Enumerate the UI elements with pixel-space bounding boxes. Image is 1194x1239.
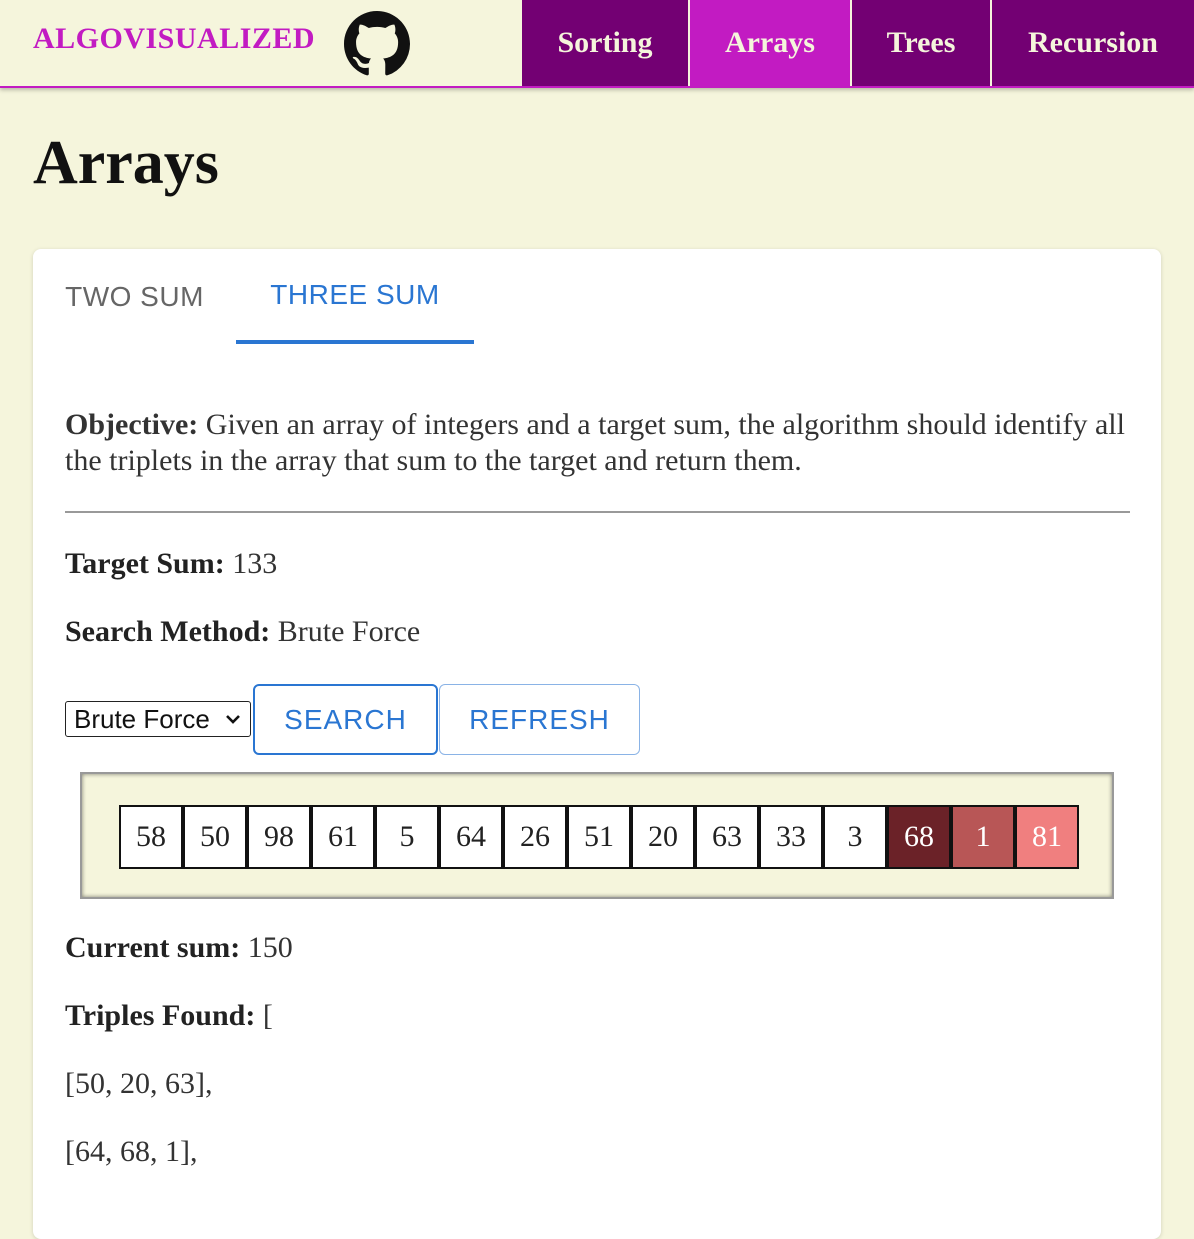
array-cell: 63 [695, 805, 759, 869]
array-cell: 50 [183, 805, 247, 869]
nav-sorting[interactable]: Sorting [522, 0, 690, 86]
main-nav: Sorting Arrays Trees Recursion [522, 0, 1194, 86]
refresh-button[interactable]: REFRESH [439, 684, 640, 755]
array-visualizer: 58 50 98 61 5 64 26 51 20 63 33 3 68 1 81 [80, 772, 1114, 899]
array-cell: 5 [375, 805, 439, 869]
brand-logo-text[interactable]: ALGOVISUALIZED [33, 22, 315, 56]
array-cells: 58 50 98 61 5 64 26 51 20 63 33 3 68 1 81 [119, 805, 1079, 869]
current-sum-line: Current sum: 150 [65, 931, 293, 965]
array-cell: 51 [567, 805, 631, 869]
array-cell: 33 [759, 805, 823, 869]
github-icon[interactable] [344, 11, 410, 77]
tab-two-sum[interactable]: TWO SUM [33, 249, 236, 344]
array-cell: 81 [1015, 805, 1079, 869]
objective-text: Objective: Given an array of integers an… [65, 407, 1129, 479]
search-button[interactable]: SEARCH [253, 684, 438, 755]
array-cell: 68 [887, 805, 951, 869]
page-title: Arrays [33, 129, 219, 197]
tab-three-sum[interactable]: THREE SUM [236, 249, 474, 344]
nav-arrays[interactable]: Arrays [690, 0, 852, 86]
array-cell: 1 [951, 805, 1015, 869]
objective-description: Given an array of integers and a target … [65, 408, 1125, 477]
array-cell: 26 [503, 805, 567, 869]
objective-label: Objective: [65, 408, 199, 441]
array-cell: 58 [119, 805, 183, 869]
top-nav-bar: ALGOVISUALIZED Sorting Arrays Trees Recu… [0, 0, 1194, 88]
triple-item: [64, 68, 1], [65, 1135, 198, 1168]
method-select[interactable]: Brute Force [65, 701, 251, 737]
triples-open-bracket: [ [262, 999, 273, 1032]
divider [65, 511, 1130, 513]
method-select-value: Brute Force [74, 703, 210, 734]
target-sum-line: Target Sum: 133 [65, 547, 277, 581]
search-method-value: Brute Force [277, 615, 421, 648]
current-sum-value: 150 [247, 931, 293, 964]
array-cell: 64 [439, 805, 503, 869]
chevron-down-icon [226, 715, 240, 724]
triples-found-line: Triples Found: [ [65, 999, 273, 1033]
triple-item: [50, 20, 63], [65, 1067, 213, 1100]
nav-recursion[interactable]: Recursion [992, 0, 1194, 86]
target-sum-label: Target Sum: [65, 547, 225, 580]
search-method-line: Search Method: Brute Force [65, 615, 420, 649]
search-method-label: Search Method: [65, 615, 271, 648]
array-cell: 20 [631, 805, 695, 869]
triples-found-label: Triples Found: [65, 999, 256, 1032]
nav-trees[interactable]: Trees [852, 0, 992, 86]
current-sum-label: Current sum: [65, 931, 241, 964]
target-sum-value: 133 [232, 547, 278, 580]
array-cell: 3 [823, 805, 887, 869]
algorithm-card: TWO SUM THREE SUM Objective: Given an ar… [33, 249, 1161, 1239]
array-cell: 61 [311, 805, 375, 869]
array-cell: 98 [247, 805, 311, 869]
